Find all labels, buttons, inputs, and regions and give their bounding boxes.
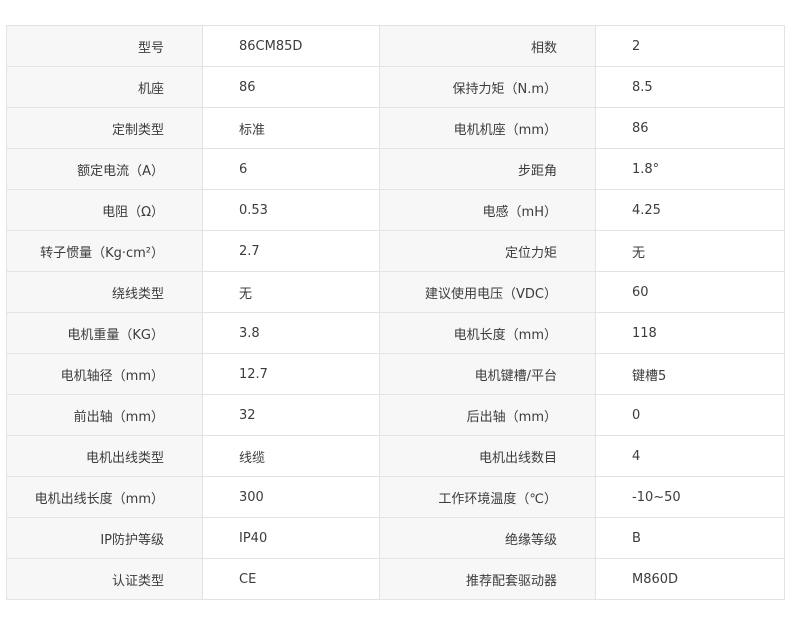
- table-row: 电机出线长度（mm） 300 工作环境温度（℃） -10~50: [6, 476, 785, 518]
- right-value-cell: 4: [595, 435, 785, 477]
- table-row: 电机重量（KG） 3.8 电机长度（mm） 118: [6, 312, 785, 354]
- left-label-cell: 转子惯量（Kg·cm²）: [6, 230, 203, 272]
- right-value-cell: 86: [595, 107, 785, 149]
- right-label-cell: 电感（mH）: [379, 189, 596, 231]
- table-row: IP防护等级 IP40 绝缘等级 B: [6, 517, 785, 559]
- right-label-cell: 工作环境温度（℃）: [379, 476, 596, 518]
- right-label-cell: 相数: [379, 25, 596, 67]
- table-row: 绕线类型无建议使用电压（VDC） 60: [6, 271, 785, 313]
- left-value-cell: 6: [202, 148, 380, 190]
- right-label-cell: 定位力矩: [379, 230, 596, 272]
- right-label-cell: 电机机座（mm）: [379, 107, 596, 149]
- left-label-cell: IP防护等级: [6, 517, 203, 559]
- table-row: 前出轴（mm） 32 后出轴（mm） 0: [6, 394, 785, 436]
- left-label-cell: 定制类型: [6, 107, 203, 149]
- right-value-cell: M860D: [595, 558, 785, 600]
- left-label-cell: 电机出线长度（mm）: [6, 476, 203, 518]
- left-label-cell: 认证类型: [6, 558, 203, 600]
- table-row: 机座 86 保持力矩（N.m） 8.5: [6, 66, 785, 108]
- table-row: 认证类型 CE 推荐配套驱动器 M860D: [6, 558, 785, 600]
- left-value-cell: 标准: [202, 107, 380, 149]
- right-label-cell: 绝缘等级: [379, 517, 596, 559]
- left-label-cell: 电机轴径（mm）: [6, 353, 203, 395]
- left-value-cell: 12.7: [202, 353, 380, 395]
- table-row: 电阻（Ω） 0.53 电感（mH） 4.25: [6, 189, 785, 231]
- left-label-cell: 电机出线类型: [6, 435, 203, 477]
- left-label-cell: 电阻（Ω）: [6, 189, 203, 231]
- right-value-cell: 8.5: [595, 66, 785, 108]
- left-value-cell: IP40: [202, 517, 380, 559]
- left-label-cell: 前出轴（mm）: [6, 394, 203, 436]
- right-value-cell: 2: [595, 25, 785, 67]
- right-label-cell: 推荐配套驱动器: [379, 558, 596, 600]
- left-value-cell: CE: [202, 558, 380, 600]
- right-value-cell: 无: [595, 230, 785, 272]
- right-label-cell: 电机长度（mm）: [379, 312, 596, 354]
- right-label-cell: 建议使用电压（VDC）: [379, 271, 596, 313]
- left-value-cell: 86: [202, 66, 380, 108]
- table-row: 电机出线类型 线缆 电机出线数目 4: [6, 435, 785, 477]
- table-row: 额定电流（A） 6 步距角 1.8°: [6, 148, 785, 190]
- table-row: 转子惯量（Kg·cm²） 2.7 定位力矩无: [6, 230, 785, 272]
- right-value-cell: B: [595, 517, 785, 559]
- left-value-cell: 86CM85D: [202, 25, 380, 67]
- left-label-cell: 电机重量（KG）: [6, 312, 203, 354]
- left-value-cell: 2.7: [202, 230, 380, 272]
- left-value-cell: 300: [202, 476, 380, 518]
- left-value-cell: 32: [202, 394, 380, 436]
- left-label-cell: 型号: [6, 25, 203, 67]
- left-label-cell: 机座: [6, 66, 203, 108]
- right-value-cell: 键槽5: [595, 353, 785, 395]
- spec-table-body: 型号 86CM85D 相数 2 机座 86 保持力矩（N.m） 8.5 定制类型 标准 电机机座（m…: [6, 25, 785, 600]
- left-label-cell: 绕线类型: [6, 271, 203, 313]
- right-value-cell: 118: [595, 312, 785, 354]
- right-label-cell: 电机键槽/平台: [379, 353, 596, 395]
- right-label-cell: 步距角: [379, 148, 596, 190]
- left-value-cell: 线缆: [202, 435, 380, 477]
- spec-table: 型号 86CM85D 相数 2 机座 86 保持力矩（N.m） 8.5 定制类型 标准 电机机座（m…: [6, 25, 785, 600]
- right-value-cell: 4.25: [595, 189, 785, 231]
- table-row: 电机轴径（mm） 12.7 电机键槽/平台 键槽5: [6, 353, 785, 395]
- right-value-cell: 0: [595, 394, 785, 436]
- right-value-cell: -10~50: [595, 476, 785, 518]
- left-value-cell: 3.8: [202, 312, 380, 354]
- left-label-cell: 额定电流（A）: [6, 148, 203, 190]
- right-value-cell: 1.8°: [595, 148, 785, 190]
- right-label-cell: 电机出线数目: [379, 435, 596, 477]
- right-value-cell: 60: [595, 271, 785, 313]
- right-label-cell: 后出轴（mm）: [379, 394, 596, 436]
- table-row: 型号 86CM85D 相数 2: [6, 25, 785, 67]
- left-value-cell: 无: [202, 271, 380, 313]
- table-row: 定制类型 标准 电机机座（mm） 86: [6, 107, 785, 149]
- left-value-cell: 0.53: [202, 189, 380, 231]
- right-label-cell: 保持力矩（N.m）: [379, 66, 596, 108]
